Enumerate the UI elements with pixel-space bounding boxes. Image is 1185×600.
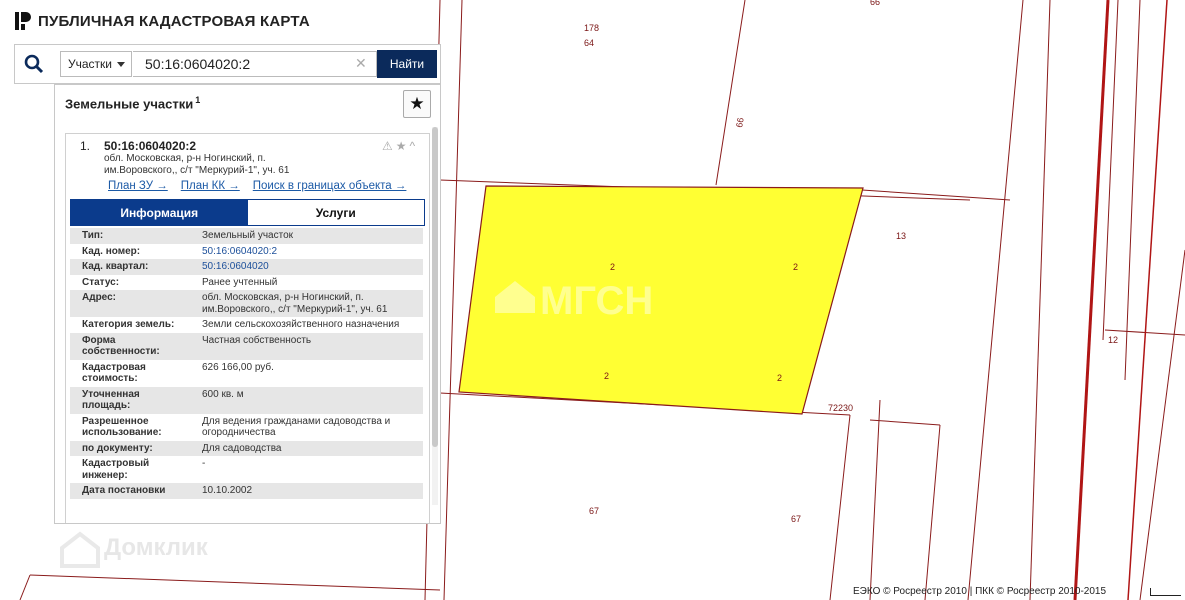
plan-kk-link[interactable]: План КК →	[181, 180, 240, 192]
field-value: обл. Московская, р-н Ногинский, п. им.Во…	[190, 290, 423, 317]
map-label: 67	[589, 506, 599, 516]
search-in-bounds-link[interactable]: Поиск в границах объекта →	[253, 180, 407, 192]
field-label: Кадастровый инженер:	[82, 458, 150, 481]
result-tabs: Информация Услуги	[70, 199, 425, 226]
result-card: 1. 50:16:0604020:2 обл. Московская, р-н …	[65, 133, 430, 523]
table-row: Разрешенное использование: Для ведения гр…	[70, 414, 423, 441]
field-label: Дата постановки	[70, 483, 190, 499]
map-label: 2	[610, 262, 615, 272]
map-label: 64	[584, 38, 594, 48]
result-number: 1.	[80, 139, 91, 153]
star-icon: ★	[409, 94, 425, 113]
search-type-value: Участки	[68, 57, 112, 71]
watermark-text: МГСН	[540, 279, 653, 323]
favorites-button[interactable]: ★	[403, 90, 431, 118]
field-label: Тип:	[70, 228, 190, 244]
field-value: Для ведения гражданами садоводства и ого…	[202, 415, 391, 439]
map-scale-bar	[1150, 588, 1181, 596]
table-row: Кад. номер: 50:16:0604020:2	[70, 244, 423, 260]
table-row: Статус: Ранее учтенный	[70, 275, 423, 291]
table-row: по документу: Для садоводства	[70, 440, 423, 456]
table-row: Форма собственности: Частная собственност…	[70, 332, 423, 360]
map-label: 67	[791, 514, 801, 524]
field-label: Разрешенное использование:	[82, 415, 162, 439]
table-row: Категория земель: Земли сельскохозяйствен…	[70, 317, 423, 333]
table-row: Уточненная площадь: 600 кв. м	[70, 386, 423, 414]
field-label: по документу:	[70, 440, 190, 456]
field-value: 600 кв. м	[190, 386, 423, 414]
field-value: Ранее учтенный	[202, 276, 278, 288]
map-label: 2	[793, 262, 798, 272]
field-label: Форма собственности:	[70, 332, 190, 360]
table-row: Кад. квартал: 50:16:0604020	[70, 259, 423, 275]
result-actions: ⚠ ★ ^	[382, 139, 415, 153]
field-label: Адрес:	[70, 290, 190, 317]
clear-icon[interactable]: ✕	[355, 55, 367, 72]
result-cad-number[interactable]: 50:16:0604020:2	[104, 139, 196, 153]
search-input[interactable]	[133, 51, 377, 77]
table-row: Тип: Земельный участок	[70, 228, 423, 244]
field-value: Земли сельскохозяйственного назначения	[202, 319, 400, 330]
map-label: 13	[896, 231, 906, 241]
field-label: Уточненная площадь:	[70, 386, 190, 414]
road-line-2	[1127, 0, 1168, 600]
map-label: 72230	[828, 403, 853, 413]
copyright-text: ЕЭКО © Росреестр 2010 | ПКК © Росреестр …	[853, 586, 1107, 597]
field-value[interactable]: 50:16:0604020	[190, 259, 423, 275]
field-label: Кадастровая стоимость:	[82, 361, 146, 385]
field-label: Кад. номер:	[82, 245, 141, 257]
info-table: Тип: Земельный участок Кад. номер: 50:16:0…	[70, 228, 423, 499]
field-value: -	[202, 458, 206, 469]
field-value: Частная собственность	[190, 332, 423, 360]
field-value: 10.10.2002	[190, 483, 423, 499]
road-line	[1073, 0, 1110, 600]
tab-info[interactable]: Информация	[71, 200, 248, 225]
map-label: 178	[584, 23, 599, 33]
find-button[interactable]: Найти	[377, 50, 437, 78]
map-label: 66	[734, 117, 746, 129]
field-value: Земельный участок	[190, 228, 423, 244]
plan-zu-link[interactable]: План ЗУ →	[108, 180, 168, 192]
star-icon[interactable]: ★	[396, 139, 407, 153]
field-label: Статус:	[82, 276, 120, 288]
app-header: ПУБЛИЧНАЯ КАДАСТРОВАЯ КАРТА	[14, 10, 310, 32]
map-label: 2	[604, 371, 609, 381]
tab-services[interactable]: Услуги	[247, 200, 424, 225]
map-label: 2	[777, 373, 782, 383]
chevron-up-icon[interactable]: ^	[410, 139, 416, 153]
table-row: Адрес: обл. Московская, р-н Ногинский, п.…	[70, 290, 423, 317]
warning-icon[interactable]: ⚠	[382, 139, 393, 153]
field-label: Кад. квартал:	[70, 259, 190, 275]
map-watermark-domclick: Домклик	[60, 531, 209, 568]
search-bar: Участки ✕ Найти	[14, 44, 441, 84]
table-row: Кадастровый инженер: -	[70, 456, 423, 483]
map-label: 66	[870, 0, 880, 7]
field-value: 50:16:0604020:2	[202, 245, 278, 257]
scrollbar-thumb[interactable]	[432, 127, 438, 447]
rosreestr-logo-icon	[15, 12, 31, 30]
map-label: 12	[1108, 335, 1118, 345]
app-title: ПУБЛИЧНАЯ КАДАСТРОВАЯ КАРТА	[38, 12, 310, 30]
chevron-down-icon	[117, 62, 125, 67]
field-label: Категория земель:	[82, 319, 175, 330]
search-icon[interactable]	[23, 54, 45, 74]
search-type-select[interactable]: Участки	[60, 51, 132, 77]
field-value: 626 166,00 руб.	[202, 361, 274, 373]
result-address: обл. Московская, р-н Ногинский, п. им.Во…	[104, 153, 290, 176]
table-row: Кадастровая стоимость: 626 166,00 руб.	[70, 360, 423, 387]
watermark-text: Домклик	[104, 534, 209, 561]
panel-title-text: Земельные участки	[65, 96, 194, 112]
results-panel: Земельные участки 1 ★ 1. 50:16:0604020:2 …	[54, 84, 441, 524]
panel-title: Земельные участки 1	[65, 95, 200, 111]
results-count: 1	[195, 95, 201, 105]
field-value: Для садоводства	[190, 440, 423, 456]
table-row: Дата постановки 10.10.2002	[70, 483, 423, 499]
result-links: План ЗУ → План КК → Поиск в границах объ…	[108, 180, 406, 192]
